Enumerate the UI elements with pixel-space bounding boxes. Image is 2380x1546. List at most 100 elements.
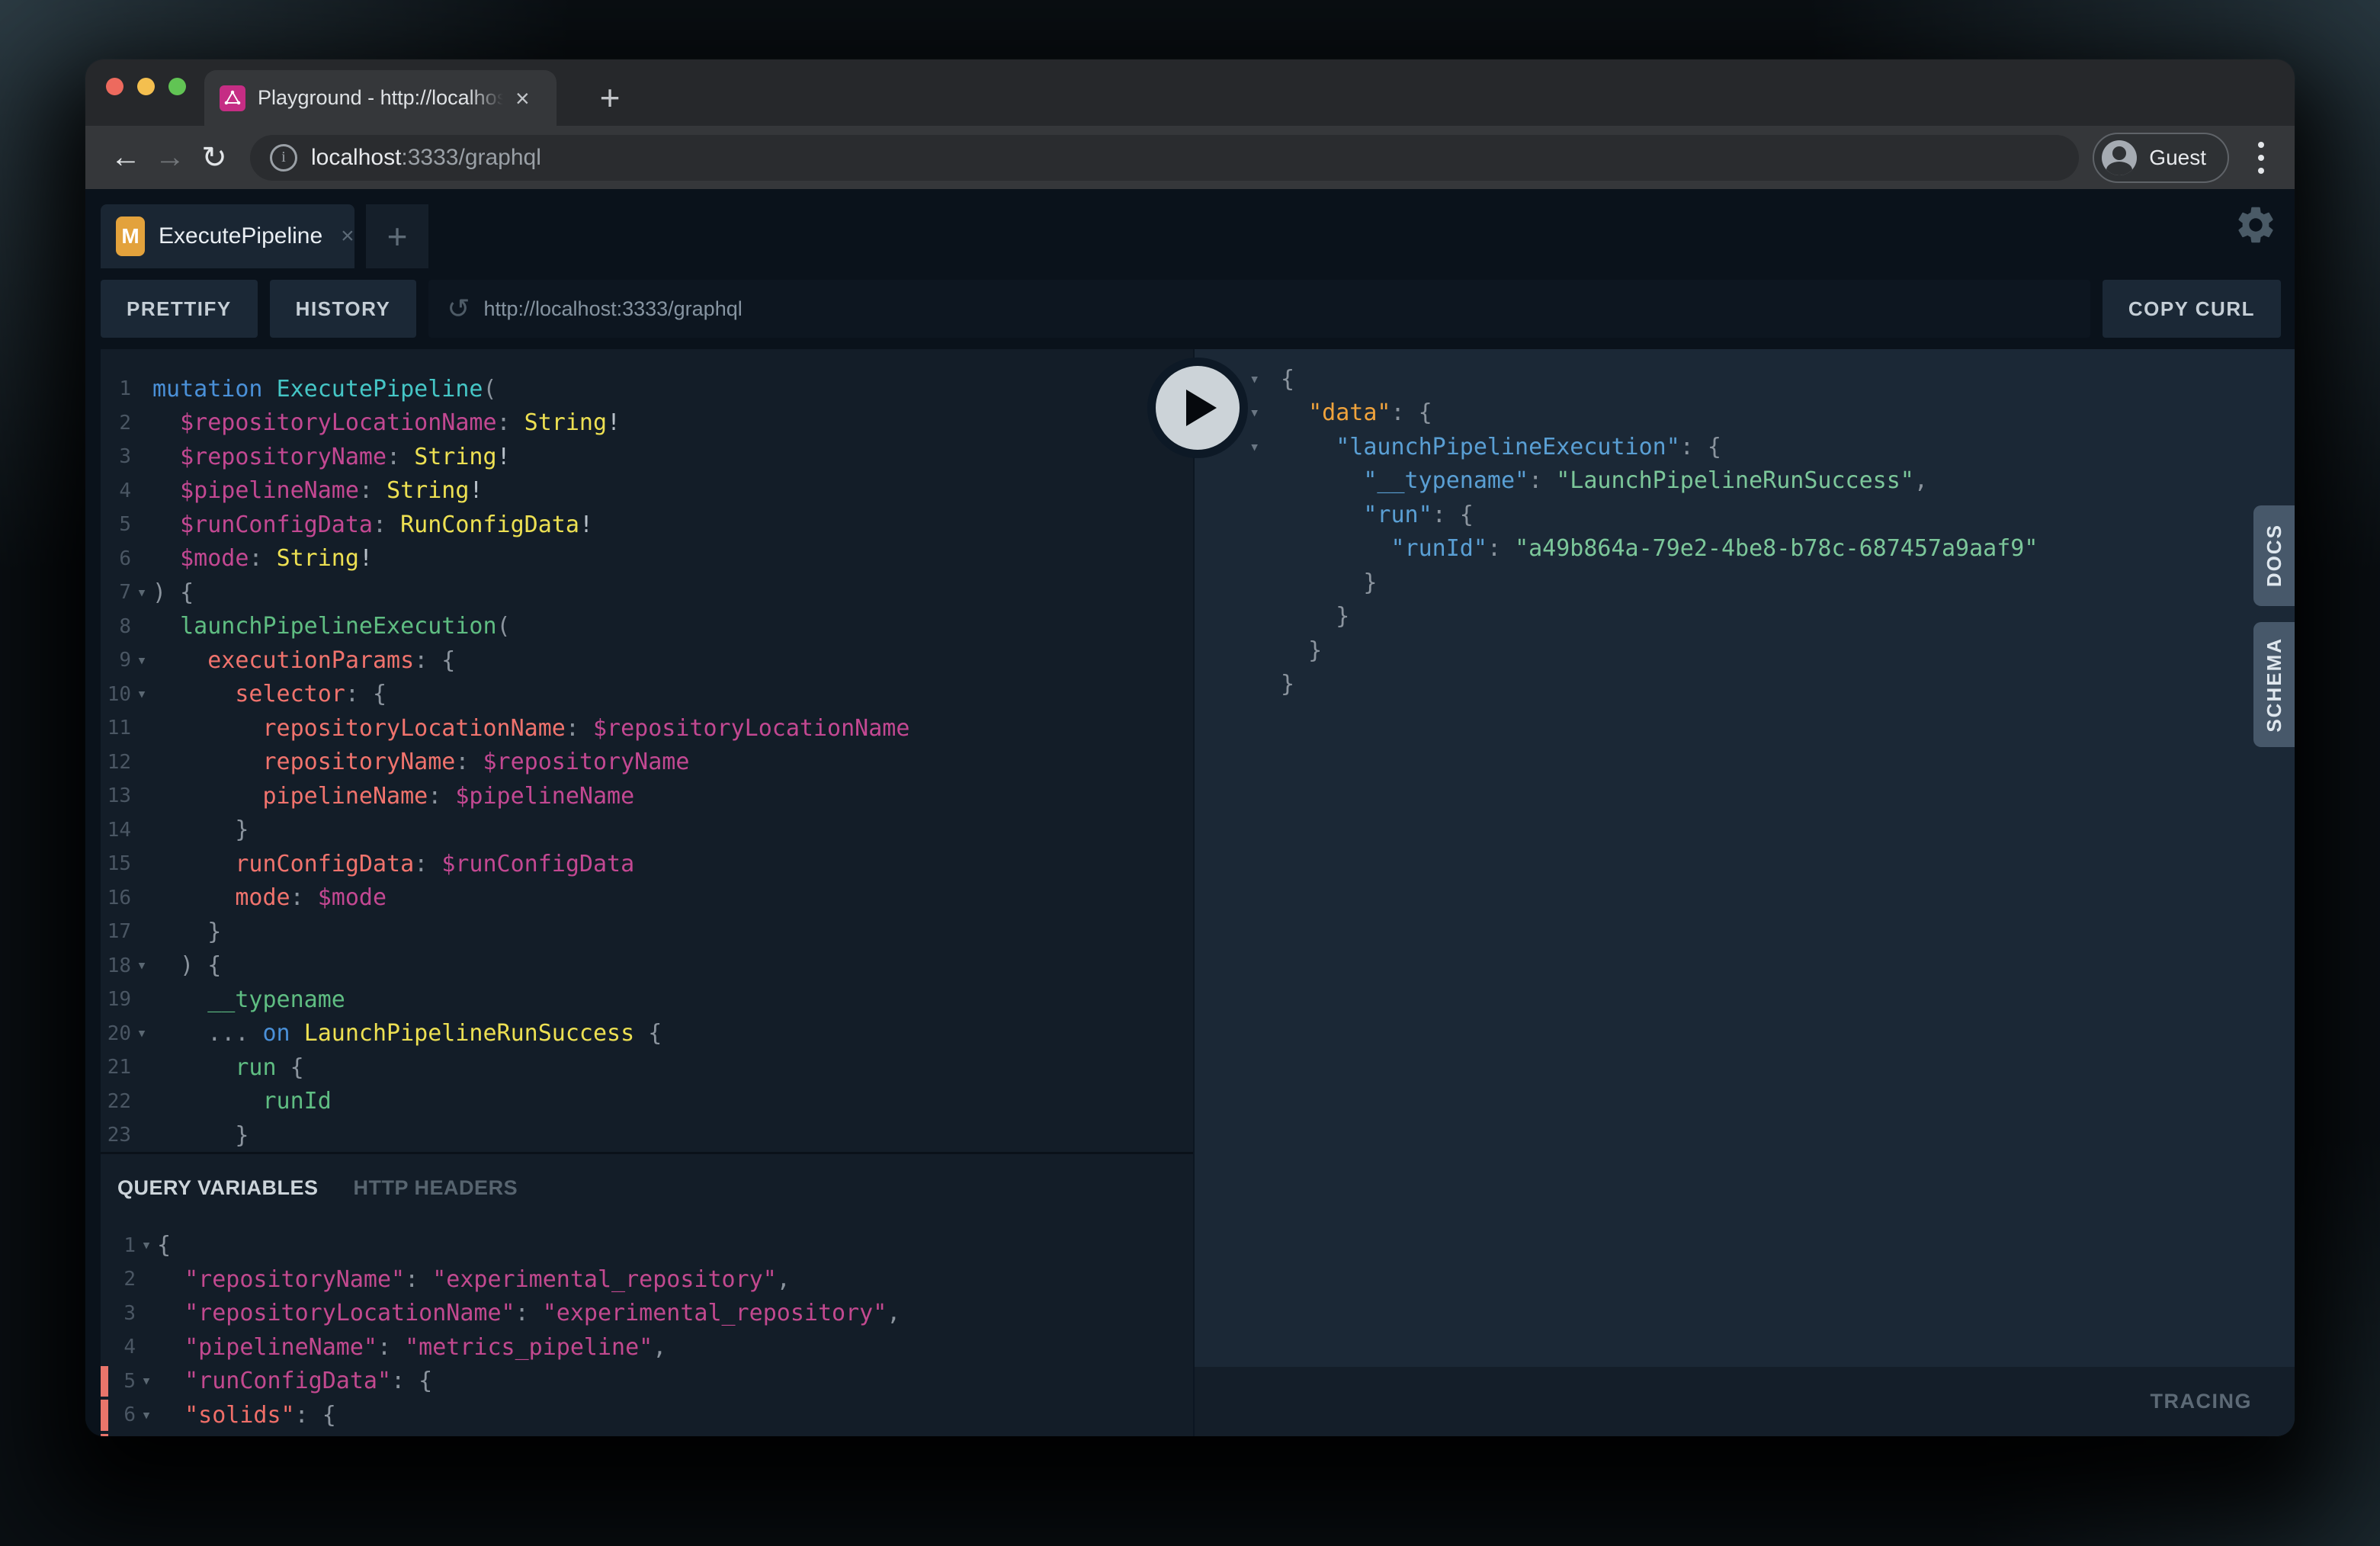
code-text: } <box>1281 637 1322 664</box>
lint-marker <box>101 1400 108 1431</box>
code-text: "runConfigData": { <box>157 1368 432 1394</box>
docs-side-tab[interactable]: DOCS <box>2253 505 2295 606</box>
minimize-window-button[interactable] <box>137 78 155 95</box>
response-line: ▾ "launchPipelineExecution": { <box>1195 430 2295 464</box>
tab-query-variables[interactable]: QUERY VARIABLES <box>117 1176 319 1200</box>
mutation-badge: M <box>116 217 145 256</box>
reload-icon[interactable]: ↻ <box>192 140 236 175</box>
line-number: 1 <box>101 377 131 400</box>
code-text: } <box>152 816 249 843</box>
query-line: 14 } <box>101 813 1193 848</box>
line-number: 15 <box>101 852 131 875</box>
fold-arrow-icon[interactable]: ▾ <box>136 1236 157 1255</box>
fold-arrow-icon[interactable]: ▾ <box>136 1406 157 1425</box>
site-info-icon[interactable]: i <box>270 144 297 172</box>
fold-arrow-icon[interactable]: ▾ <box>1249 438 1281 457</box>
fold-arrow-icon[interactable]: ▾ <box>131 1024 152 1043</box>
profile-button[interactable]: Guest <box>2093 133 2229 183</box>
line-number: 18 <box>101 954 131 977</box>
playground-main: 1mutation ExecutePipeline(2 $repositoryL… <box>85 349 2295 1436</box>
code-text: } <box>152 919 221 945</box>
tab-close-icon[interactable]: × <box>515 86 530 111</box>
line-number: 10 <box>101 683 131 706</box>
variables-line: 5▾ "runConfigData": { <box>101 1365 1193 1399</box>
line-number: 1 <box>101 1234 136 1257</box>
endpoint-reload-icon[interactable]: ↺ <box>447 295 470 322</box>
playground-tab-bar: M ExecutePipeline × + <box>85 189 2295 268</box>
query-line: 5 $runConfigData: RunConfigData! <box>101 508 1193 542</box>
code-text: "repositoryName": "experimental_reposito… <box>157 1266 791 1293</box>
code-text: ) { <box>152 579 194 606</box>
fold-arrow-icon[interactable]: ▾ <box>131 651 152 670</box>
fold-arrow-icon[interactable]: ▾ <box>131 956 152 975</box>
schema-side-tab[interactable]: SCHEMA <box>2253 622 2295 747</box>
address-bar[interactable]: i localhost:3333/graphql <box>250 135 2079 181</box>
query-line: 10▾ selector: { <box>101 678 1193 712</box>
code-text: $repositoryLocationName: String! <box>152 409 621 436</box>
endpoint-input[interactable]: ↺ http://localhost:3333/graphql <box>428 280 2090 338</box>
session-tab-executepipeline[interactable]: M ExecutePipeline × <box>101 204 354 268</box>
code-text: "solids": { <box>157 1402 336 1429</box>
lint-marker <box>101 1434 108 1436</box>
close-window-button[interactable] <box>106 78 123 95</box>
prettify-button[interactable]: PRETTIFY <box>101 280 258 338</box>
schema-side-tab-label: SCHEMA <box>2263 637 2286 733</box>
variables-line: 4 "pipelineName": "metrics_pipeline", <box>101 1330 1193 1365</box>
code-text: { <box>157 1232 171 1259</box>
session-tab-close-icon[interactable]: × <box>341 223 354 249</box>
line-number: 20 <box>101 1022 131 1045</box>
forward-icon[interactable]: → <box>148 140 192 175</box>
code-text: "runId": "a49b864a-79e2-4be8-b78c-687457… <box>1281 535 2038 562</box>
line-number: 23 <box>101 1124 131 1147</box>
query-line: 20▾ ... on LaunchPipelineRunSuccess { <box>101 1017 1193 1051</box>
code-text: $repositoryName: String! <box>152 444 511 470</box>
fold-arrow-icon[interactable]: ▾ <box>131 685 152 704</box>
query-line: 9▾ executionParams: { <box>101 643 1193 678</box>
query-editor[interactable]: 1mutation ExecutePipeline(2 $repositoryL… <box>101 349 1193 1152</box>
line-number: 19 <box>101 988 131 1011</box>
variables-editor[interactable]: 1▾{2 "repositoryName": "experimental_rep… <box>101 1206 1193 1436</box>
new-session-tab-button[interactable]: + <box>366 204 428 268</box>
url-text: localhost:3333/graphql <box>311 145 541 171</box>
query-line: 19 __typename <box>101 983 1193 1017</box>
response-line: } <box>1195 600 2295 634</box>
settings-gear-icon[interactable] <box>2234 203 2278 247</box>
code-text: "run": { <box>1281 502 1474 528</box>
copy-curl-button[interactable]: COPY CURL <box>2103 280 2281 338</box>
query-line: 13 pipelineName: $pipelineName <box>101 779 1193 813</box>
playground-toolbar: PRETTIFY HISTORY ↺ http://localhost:3333… <box>85 268 2295 349</box>
docs-side-tab-label: DOCS <box>2263 524 2286 587</box>
code-text: } <box>1281 569 1377 596</box>
code-text: } <box>1281 671 1294 698</box>
browser-menu-icon[interactable] <box>2246 142 2276 174</box>
code-text: runId <box>152 1088 332 1115</box>
response-line: "__typename": "LaunchPipelineRunSuccess"… <box>1195 464 2295 499</box>
code-text: $pipelineName: String! <box>152 477 483 504</box>
fold-arrow-icon[interactable]: ▾ <box>1249 403 1281 422</box>
variables-line: 1▾{ <box>101 1229 1193 1263</box>
browser-tab[interactable]: Playground - http://localhost:3 × <box>204 70 557 126</box>
query-line: 1mutation ExecutePipeline( <box>101 372 1193 406</box>
fold-arrow-icon[interactable]: ▾ <box>136 1371 157 1390</box>
zoom-window-button[interactable] <box>168 78 186 95</box>
query-line: 3 $repositoryName: String! <box>101 440 1193 474</box>
query-line: 8 launchPipelineExecution( <box>101 610 1193 644</box>
code-text: selector: { <box>152 681 387 707</box>
variables-line: 6▾ "solids": { <box>101 1398 1193 1432</box>
execute-play-button[interactable] <box>1147 358 1248 458</box>
code-text: "__typename": "LaunchPipelineRunSuccess"… <box>1281 467 1928 494</box>
query-line: 21 run { <box>101 1050 1193 1085</box>
fold-arrow-icon[interactable]: ▾ <box>1249 370 1281 389</box>
new-tab-button[interactable]: + <box>585 73 634 122</box>
tracing-bar[interactable]: TRACING <box>1195 1367 2295 1436</box>
line-number: 13 <box>101 784 131 807</box>
graphql-playground: M ExecutePipeline × + PRETTIFY HISTORY ↺… <box>85 189 2295 1436</box>
lint-marker <box>101 1366 108 1397</box>
response-lines: ▾{▾ "data": {▾ "launchPipelineExecution"… <box>1195 362 2295 701</box>
tab-http-headers[interactable]: HTTP HEADERS <box>354 1176 518 1200</box>
browser-window: Playground - http://localhost:3 × + ← → … <box>85 59 2295 1436</box>
history-button[interactable]: HISTORY <box>270 280 417 338</box>
code-text: } <box>1281 603 1349 630</box>
back-icon[interactable]: ← <box>104 140 148 175</box>
fold-arrow-icon[interactable]: ▾ <box>131 583 152 602</box>
